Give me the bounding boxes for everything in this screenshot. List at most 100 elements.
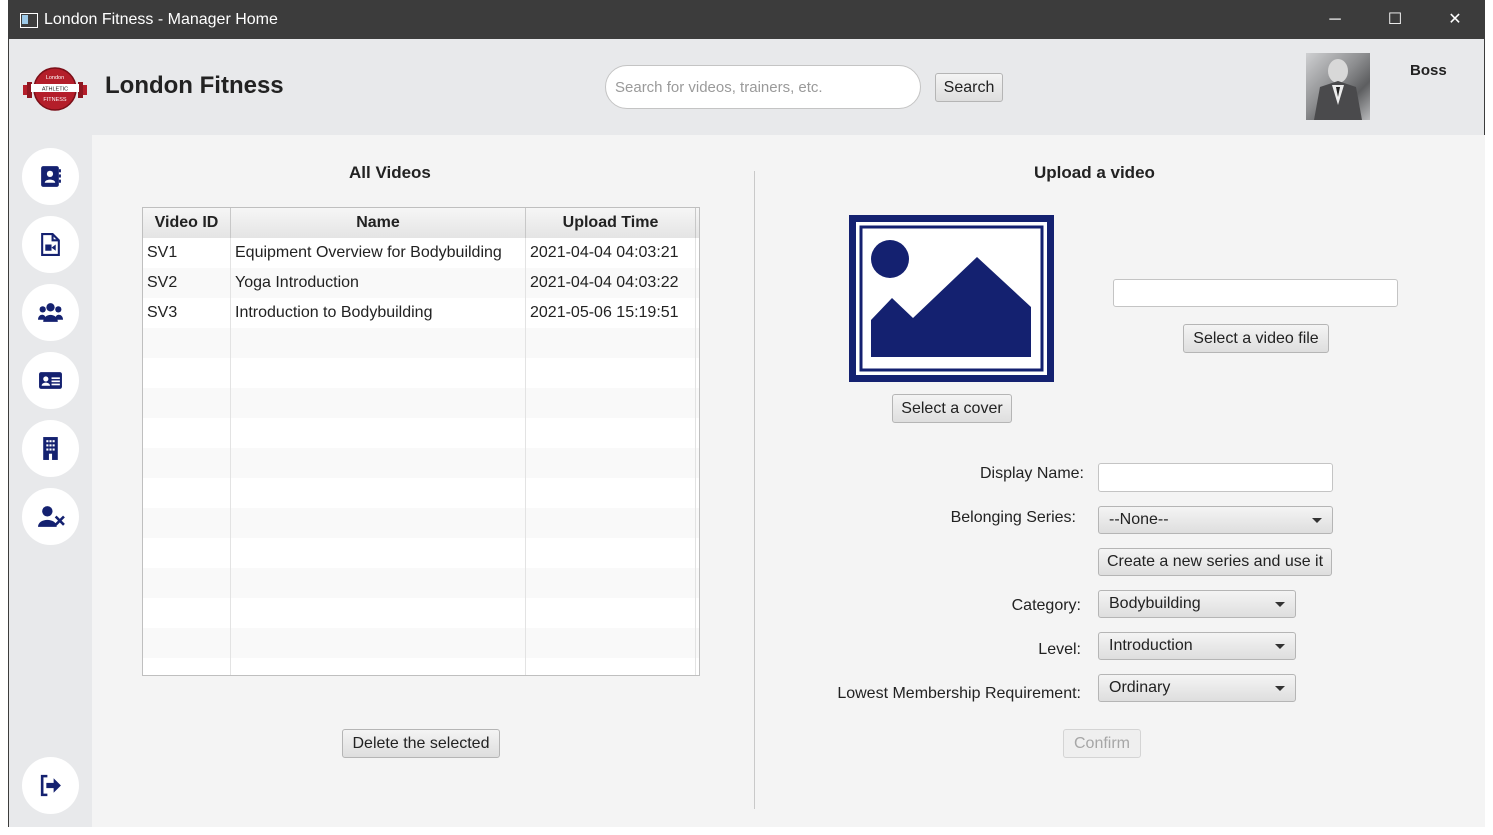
table-cell-upload-time [526, 448, 696, 478]
table-row[interactable] [143, 598, 699, 628]
table-cell-upload-time [526, 358, 696, 388]
cover-preview [849, 215, 1054, 382]
table-row[interactable] [143, 568, 699, 598]
table-cell-name [231, 538, 526, 568]
table-cell-name [231, 508, 526, 538]
table-cell-video-id [143, 418, 231, 448]
table-row[interactable] [143, 388, 699, 418]
logout-button[interactable] [22, 757, 79, 814]
table-cell-upload-time [526, 508, 696, 538]
table-cell-name [231, 448, 526, 478]
level-dropdown[interactable]: Introduction [1098, 632, 1296, 660]
videos-table[interactable]: Video ID Name Upload Time SV1 Equipment O… [142, 207, 700, 676]
membership-requirement-dropdown[interactable]: Ordinary [1098, 674, 1296, 702]
nav-id-card-button[interactable] [22, 352, 79, 409]
upload-video-title: Upload a video [1034, 163, 1155, 182]
table-row[interactable]: SV1 Equipment Overview for Bodybuilding 20… [143, 238, 699, 268]
header: London ATHLETIC FITNESS London Fitness S… [9, 39, 1484, 135]
table-cell-upload-time [526, 568, 696, 598]
table-row[interactable] [143, 508, 699, 538]
username: Boss [1410, 62, 1447, 79]
table-row[interactable] [143, 418, 699, 448]
select-video-file-button[interactable]: Select a video file [1183, 324, 1329, 353]
table-row[interactable] [143, 478, 699, 508]
table-row[interactable] [143, 448, 699, 478]
chevron-down-icon [1275, 602, 1285, 607]
display-name-label: Display Name: [979, 465, 1084, 482]
table-cell-video-id: SV2 [143, 268, 231, 298]
table-cell-video-id [143, 358, 231, 388]
video-file-path-field[interactable] [1113, 279, 1398, 307]
nav-videos-button[interactable] [22, 216, 79, 273]
table-cell-name: Equipment Overview for Bodybuilding [231, 238, 526, 268]
nav-building-button[interactable] [22, 420, 79, 477]
table-cell-name: Introduction to Bodybuilding [231, 298, 526, 328]
table-cell-name [231, 478, 526, 508]
table-cell-video-id [143, 568, 231, 598]
table-cell-video-id [143, 478, 231, 508]
table-cell-video-id [143, 448, 231, 478]
category-label: Category: [1011, 597, 1081, 614]
table-cell-upload-time [526, 478, 696, 508]
table-header: Video ID Name Upload Time [143, 208, 699, 239]
level-value: Introduction [1109, 637, 1193, 654]
close-button[interactable]: ✕ [1426, 1, 1484, 39]
column-header-video-id[interactable]: Video ID [143, 208, 231, 238]
building-icon [43, 437, 58, 460]
app-icon [20, 13, 38, 28]
membership-requirement-label: Lowest Membership Requirement: [837, 685, 1081, 702]
nav-members-button[interactable] [22, 284, 79, 341]
table-cell-upload-time [526, 598, 696, 628]
table-cell-name [231, 418, 526, 448]
table-cell-name [231, 568, 526, 598]
table-cell-upload-time: 2021-05-06 15:19:51 [526, 298, 696, 328]
table-cell-video-id [143, 658, 231, 675]
image-placeholder-icon [849, 215, 1054, 382]
table-cell-video-id [143, 508, 231, 538]
sidebar [9, 135, 92, 827]
table-row[interactable] [143, 328, 699, 358]
table-cell-upload-time [526, 538, 696, 568]
table-cell-video-id [143, 328, 231, 358]
avatar[interactable] [1306, 53, 1370, 120]
main-content: All Videos Video ID Name Upload Time SV1… [92, 135, 1485, 827]
confirm-button[interactable]: Confirm [1063, 729, 1141, 758]
category-value: Bodybuilding [1109, 595, 1201, 612]
table-cell-upload-time [526, 388, 696, 418]
table-row[interactable] [143, 628, 699, 658]
table-cell-name [231, 658, 526, 675]
membership-requirement-value: Ordinary [1109, 679, 1171, 696]
table-cell-name [231, 358, 526, 388]
table-row[interactable]: SV2 Yoga Introduction 2021-04-04 04:03:22 [143, 268, 699, 298]
panel-divider [754, 171, 755, 809]
table-row[interactable] [143, 658, 699, 675]
table-cell-name [231, 628, 526, 658]
belonging-series-dropdown[interactable]: --None-- [1098, 506, 1333, 534]
chevron-down-icon [1275, 644, 1285, 649]
create-new-series-button[interactable]: Create a new series and use it [1098, 548, 1332, 576]
table-row[interactable]: SV3 Introduction to Bodybuilding 2021-05-0… [143, 298, 699, 328]
table-row[interactable] [143, 538, 699, 568]
table-row[interactable] [143, 358, 699, 388]
maximize-button[interactable]: ☐ [1366, 1, 1424, 39]
user-remove-icon [38, 506, 65, 527]
svg-text:ATHLETIC: ATHLETIC [42, 87, 68, 93]
table-cell-name [231, 598, 526, 628]
nav-contacts-button[interactable] [22, 148, 79, 205]
category-dropdown[interactable]: Bodybuilding [1098, 590, 1296, 618]
minimize-button[interactable]: ─ [1306, 1, 1364, 39]
column-header-name[interactable]: Name [231, 208, 526, 238]
column-header-upload-time[interactable]: Upload Time [526, 208, 696, 238]
display-name-field[interactable] [1098, 463, 1333, 492]
table-cell-upload-time: 2021-04-04 04:03:22 [526, 268, 696, 298]
table-cell-name: Yoga Introduction [231, 268, 526, 298]
table-cell-video-id [143, 538, 231, 568]
delete-selected-button[interactable]: Delete the selected [342, 729, 500, 758]
nav-remove-user-button[interactable] [22, 488, 79, 545]
window-title: London Fitness - Manager Home [44, 11, 278, 28]
table-cell-video-id [143, 598, 231, 628]
select-cover-button[interactable]: Select a cover [892, 394, 1012, 423]
search-input[interactable] [605, 65, 921, 109]
search-button[interactable]: Search [935, 73, 1003, 102]
table-cell-upload-time: 2021-04-04 04:03:21 [526, 238, 696, 268]
